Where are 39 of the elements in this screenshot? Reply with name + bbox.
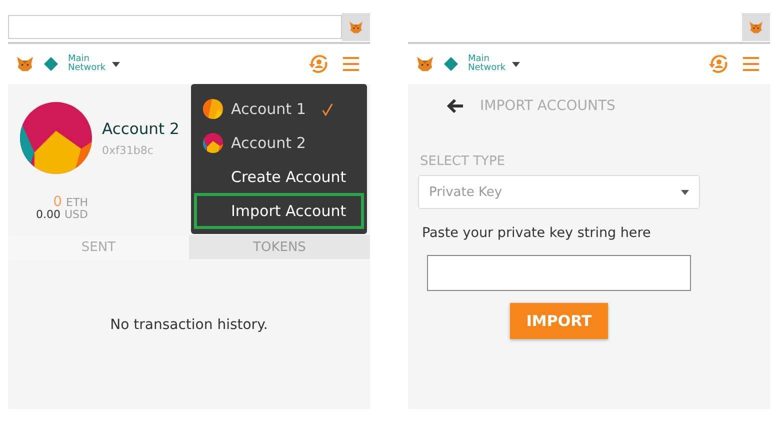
import-button[interactable]: IMPORT <box>510 303 608 339</box>
diamond-icon <box>444 57 458 71</box>
account-address: 0xf31b8c <box>102 144 154 157</box>
select-label: SELECT TYPE <box>420 154 506 169</box>
menu-icon[interactable] <box>740 54 762 74</box>
usd-balance: 0.00 <box>36 209 60 221</box>
avatar-icon <box>203 99 223 119</box>
empty-message: No transaction history. <box>109 317 269 333</box>
field-label: Paste your private key string here <box>422 225 652 241</box>
menu-icon[interactable] <box>340 54 362 74</box>
network-selector[interactable]: Main Network <box>468 55 520 73</box>
private-key-field[interactable] <box>427 255 691 291</box>
menu-item[interactable]: Account 2 <box>197 128 361 158</box>
account-sync-icon[interactable] <box>308 54 330 74</box>
avatar-icon <box>203 133 223 153</box>
page-title: IMPORT ACCOUNTS <box>480 98 616 114</box>
fox-icon <box>749 20 763 34</box>
network-selector[interactable]: Main Network <box>68 55 120 73</box>
caret-icon <box>512 62 520 66</box>
diamond-icon <box>44 57 58 71</box>
tab[interactable]: TOKENS <box>189 235 370 259</box>
menu-item[interactable]: Import Account <box>197 196 361 226</box>
extension-button[interactable] <box>742 13 770 41</box>
fox-icon <box>16 56 34 72</box>
fox-icon <box>349 20 363 34</box>
usd-unit: USD <box>64 209 88 221</box>
eth-balance: 0 <box>53 196 62 208</box>
type-select[interactable]: Private Key <box>418 175 700 209</box>
extension-button[interactable] <box>342 13 370 41</box>
fox-icon <box>416 56 434 72</box>
back-arrow-icon[interactable] <box>446 98 464 114</box>
caret-icon <box>681 190 689 194</box>
menu-item[interactable]: Account 1 <box>197 94 361 124</box>
menu-item[interactable]: Create Account <box>197 162 361 192</box>
address-bar[interactable] <box>8 15 342 39</box>
account-sync-icon[interactable] <box>708 54 730 74</box>
eth-unit: ETH <box>66 197 88 209</box>
caret-icon <box>112 62 120 66</box>
account-name: Account 2 <box>102 120 180 138</box>
